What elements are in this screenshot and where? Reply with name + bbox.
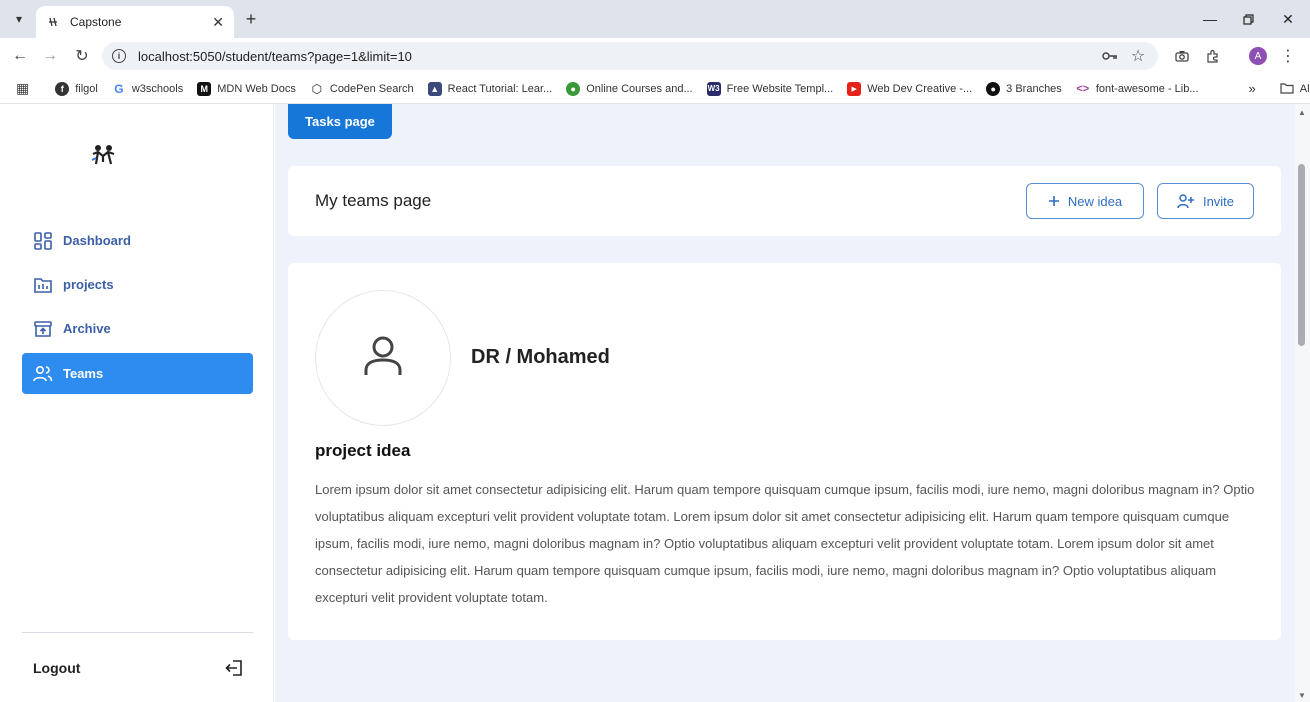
- archive-icon: [33, 319, 53, 339]
- sidebar-item-label: Archive: [63, 321, 111, 336]
- supervisor-name: DR / Mohamed: [471, 346, 610, 368]
- profile-avatar[interactable]: A: [1249, 47, 1267, 65]
- teams-header-card: My teams page New idea Invite: [288, 166, 1281, 236]
- bookmark-codepen[interactable]: ⬡ CodePen Search: [310, 82, 414, 96]
- react-tutorial-icon: ▲: [427, 81, 442, 96]
- teams-icon: [33, 364, 53, 384]
- sidebar-item-archive[interactable]: Archive: [22, 308, 253, 349]
- site-info-icon[interactable]: i: [112, 49, 126, 63]
- app-logo: [88, 140, 120, 172]
- bookmark-react-tutorial[interactable]: ▲ React Tutorial: Lear...: [427, 81, 552, 96]
- apps-grid-icon[interactable]: ▦: [16, 80, 29, 97]
- new-idea-button[interactable]: New idea: [1026, 183, 1144, 219]
- codepen-icon: ⬡: [311, 81, 323, 96]
- page-scrollbar[interactable]: ▲ ▼: [1295, 104, 1310, 702]
- close-window-button[interactable]: ✕: [1268, 0, 1308, 38]
- invite-label: Invite: [1202, 193, 1235, 209]
- address-toolbar: ← → ↻ i localhost:5050/student/teams?pag…: [0, 38, 1310, 74]
- sidebar-item-label: projects: [63, 277, 114, 292]
- scrollbar-thumb[interactable]: [1298, 164, 1305, 346]
- sidebar-item-projects[interactable]: projects: [22, 264, 253, 305]
- w3-icon: W3: [706, 81, 721, 96]
- tab-favicon-icon: [46, 15, 60, 29]
- sidebar: Dashboard projects Archive Teams Logout: [0, 104, 274, 702]
- bookmark-free-website[interactable]: W3 Free Website Templ...: [706, 81, 833, 96]
- tab-title: Capstone: [70, 15, 122, 29]
- google-icon: G: [114, 81, 124, 96]
- tab-search-button[interactable]: ▾: [8, 8, 30, 30]
- code-icon: <>: [1076, 82, 1090, 95]
- bookmark-star-icon[interactable]: ☆: [1126, 42, 1150, 70]
- github-icon: ●: [986, 81, 1001, 96]
- maximize-button[interactable]: [1228, 0, 1268, 38]
- bookmark-font-awesome[interactable]: <> font-awesome - Lib...: [1076, 82, 1198, 96]
- filgol-icon: f: [55, 81, 70, 96]
- mdn-icon: M: [197, 81, 212, 96]
- plus-icon: [1048, 195, 1060, 207]
- folder-icon: [1280, 83, 1294, 94]
- sidebar-item-label: Teams: [63, 366, 104, 381]
- logout-label[interactable]: Logout: [33, 660, 80, 676]
- sidebar-item-dashboard[interactable]: Dashboard: [22, 220, 253, 261]
- page-title: My teams page: [315, 191, 432, 210]
- projects-icon: [33, 275, 53, 295]
- key-icon[interactable]: [1098, 42, 1122, 70]
- new-tab-button[interactable]: +: [240, 8, 262, 30]
- bookmark-web-dev[interactable]: ▶ Web Dev Creative -...: [847, 81, 972, 96]
- browser-tab[interactable]: Capstone ✕: [36, 6, 234, 38]
- courses-icon: ●: [566, 81, 581, 96]
- sidebar-divider: [22, 632, 253, 633]
- browser-menu-icon[interactable]: ⋮: [1276, 44, 1300, 68]
- bookmark-w3schools[interactable]: Gw3schools: [112, 82, 183, 96]
- extensions-icon[interactable]: [1201, 44, 1225, 68]
- idea-description: Lorem ipsum dolor sit amet consectetur a…: [315, 482, 1255, 605]
- new-idea-label: New idea: [1067, 193, 1123, 209]
- bookmark-filgol[interactable]: f filgol: [55, 81, 98, 96]
- sidebar-item-teams[interactable]: Teams: [22, 353, 253, 394]
- avatar: [315, 290, 451, 426]
- project-idea-card: DR / Mohamed project idea Lorem ipsum do…: [288, 263, 1281, 640]
- idea-heading: project idea: [315, 441, 411, 460]
- bookmarks-bar: ▦ f filgol Gw3schools M MDN Web Docs ⬡ Code…: [0, 74, 1310, 104]
- all-bookmarks-folder[interactable]: All Bookmarks: [1280, 83, 1310, 95]
- dashboard-icon: [33, 231, 53, 251]
- scroll-up-icon[interactable]: ▲: [1298, 108, 1306, 117]
- youtube-icon: ▶: [847, 81, 862, 96]
- minimize-button[interactable]: —: [1190, 0, 1230, 38]
- browser-tab-strip: ▾ Capstone ✕ + — ✕: [0, 0, 1310, 38]
- forward-arrow-icon[interactable]: →: [38, 44, 62, 68]
- user-icon: [363, 335, 403, 382]
- main-content: Tasks page My teams page New idea Invite…: [275, 104, 1295, 702]
- add-user-icon: [1177, 193, 1195, 209]
- reload-icon[interactable]: ↻: [70, 44, 94, 68]
- url-text: localhost:5050/student/teams?page=1&limi…: [138, 48, 412, 64]
- bookmark-branches[interactable]: ● 3 Branches: [986, 81, 1062, 96]
- bookmark-mdn[interactable]: M MDN Web Docs: [197, 81, 296, 96]
- invite-button[interactable]: Invite: [1157, 183, 1254, 219]
- tasks-page-button[interactable]: Tasks page: [288, 104, 392, 139]
- logout-icon[interactable]: [224, 658, 244, 678]
- more-bookmarks-icon[interactable]: »: [1249, 81, 1256, 96]
- sidebar-item-label: Dashboard: [63, 233, 131, 248]
- url-bar[interactable]: i localhost:5050/student/teams?page=1&li…: [102, 42, 1158, 70]
- bookmark-online-courses[interactable]: ● Online Courses and...: [566, 81, 693, 96]
- screenshot-icon[interactable]: [1170, 44, 1194, 68]
- back-arrow-icon[interactable]: ←: [8, 44, 32, 68]
- tab-close-icon[interactable]: ✕: [212, 14, 224, 31]
- scroll-down-icon[interactable]: ▼: [1298, 691, 1306, 700]
